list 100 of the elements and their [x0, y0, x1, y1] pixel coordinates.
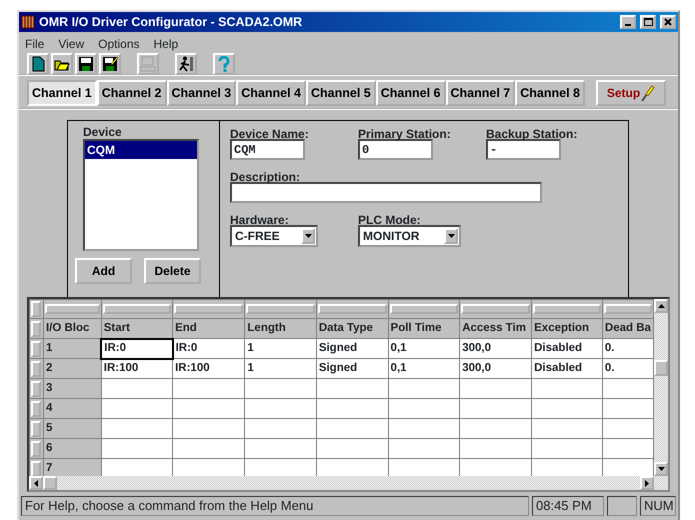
field-label: PLC Mode:: [358, 212, 422, 225]
channel-tab[interactable]: Channel 8: [515, 80, 585, 106]
row-header-button[interactable]: [31, 400, 41, 416]
column-header-button[interactable]: [318, 304, 387, 314]
column-header-button[interactable]: [604, 304, 652, 314]
status-panel: [607, 496, 637, 516]
column-header[interactable]: Start: [101, 318, 173, 338]
column-header[interactable]: Data Type: [316, 318, 388, 338]
menu-item[interactable]: Options: [98, 35, 140, 49]
text-field[interactable]: -: [486, 139, 561, 160]
scroll-thumb[interactable]: [654, 360, 668, 376]
toolbar-button[interactable]: [175, 53, 197, 75]
column-header-button[interactable]: [533, 304, 601, 314]
list-item[interactable]: CQM: [85, 141, 197, 159]
toolbar-button[interactable]: [27, 53, 49, 75]
minimize-button[interactable]: [620, 15, 636, 29]
channel-tab[interactable]: Channel 5: [306, 80, 376, 106]
row-header-button[interactable]: [31, 360, 41, 376]
toolbar-button[interactable]: [51, 53, 73, 75]
status-message: For Help, choose a command from the Help Menu: [21, 496, 529, 516]
column-header-button[interactable]: [390, 304, 458, 314]
row-label: 3: [43, 378, 102, 398]
horizontal-scrollbar[interactable]: [29, 476, 668, 490]
row-header-button[interactable]: [31, 320, 41, 336]
table-cell: 1: [244, 338, 316, 358]
toolbar-button[interactable]: [99, 53, 121, 75]
row-label: 6: [43, 438, 102, 458]
maximize-button[interactable]: [640, 15, 656, 29]
group-label: Device: [83, 124, 123, 137]
setup-button[interactable]: Setup: [596, 80, 666, 106]
vertical-scrollbar[interactable]: [654, 299, 668, 476]
column-header[interactable]: Exception: [532, 318, 602, 338]
close-button[interactable]: [660, 15, 676, 29]
table-cell: 1: [244, 358, 316, 378]
row-label: 7: [43, 458, 102, 476]
column-header[interactable]: I/O Bloc: [43, 318, 102, 338]
maximize-icon: [644, 18, 652, 26]
field-label: Description:: [230, 169, 302, 182]
row-label: 1: [43, 338, 102, 358]
column-header[interactable]: Poll Time: [388, 318, 460, 338]
table-cell: IR:100: [172, 358, 245, 378]
column-header-button[interactable]: [461, 304, 530, 314]
text-field[interactable]: 0: [358, 139, 433, 160]
text-field[interactable]: CQM: [230, 139, 305, 160]
table-cell: IR:100: [101, 358, 173, 378]
table-cell: 0,1: [388, 358, 460, 378]
scroll-thumb[interactable]: [43, 476, 57, 490]
table-cell: IR:0: [101, 338, 173, 358]
row-header-button[interactable]: [31, 420, 41, 436]
floppy-pencil-icon: [102, 56, 118, 72]
dropdown-arrow-icon[interactable]: [448, 234, 454, 238]
row-header-button[interactable]: [31, 380, 41, 396]
column-header-button[interactable]: [44, 304, 100, 314]
scroll-left-icon[interactable]: [34, 480, 38, 486]
row-header-button[interactable]: [31, 440, 41, 456]
row-header-button[interactable]: [31, 301, 41, 317]
question-mark-icon: [216, 56, 232, 72]
running-figure-icon: [178, 56, 194, 72]
scroll-down-icon[interactable]: [658, 467, 664, 471]
dropdown-field[interactable]: C-FREE: [230, 225, 318, 247]
channel-tab[interactable]: Channel 7: [446, 80, 516, 106]
column-header[interactable]: Length: [244, 318, 316, 338]
row-label: 4: [43, 398, 102, 418]
action-button[interactable]: Delete: [144, 258, 201, 284]
channel-tab[interactable]: Channel 4: [236, 80, 306, 106]
channel-tab[interactable]: Channel 2: [96, 80, 166, 106]
column-header-button[interactable]: [102, 304, 172, 314]
scroll-right-icon[interactable]: [645, 480, 649, 486]
table-cell: Signed: [316, 338, 388, 358]
table-cell: 0,1: [388, 338, 460, 358]
device-list[interactable]: CQM: [83, 139, 199, 251]
column-header[interactable]: End: [172, 318, 245, 338]
column-header-button[interactable]: [174, 304, 244, 314]
status-time: 08:45 PM: [532, 496, 604, 516]
table-cell: IR:0: [172, 338, 245, 358]
field-label: Device Name:: [230, 126, 310, 139]
status-num: NUM: [640, 496, 676, 516]
toolbar-button[interactable]: [75, 53, 97, 75]
action-button[interactable]: Add: [75, 258, 132, 284]
scroll-up-icon[interactable]: [658, 304, 664, 308]
row-header-button[interactable]: [31, 340, 41, 356]
column-header[interactable]: Dead Ba: [602, 318, 654, 338]
channel-tab[interactable]: Channel 3: [166, 80, 236, 106]
channel-tab[interactable]: Channel 6: [376, 80, 446, 106]
column-header-button[interactable]: [246, 304, 315, 314]
menu-item[interactable]: View: [58, 35, 84, 49]
field-label: Hardware:: [230, 212, 290, 225]
table-cell: Disabled: [532, 358, 602, 378]
column-header[interactable]: Access Tim: [460, 318, 532, 338]
field-label: Primary Station:: [358, 126, 452, 139]
menu-item[interactable]: Help: [154, 35, 178, 49]
menu-item[interactable]: File: [25, 35, 44, 49]
window-title: OMR I/O Driver Configurator - SCADA2.OMR: [39, 14, 302, 31]
computer-icon: [140, 56, 156, 72]
dropdown-field[interactable]: MONITOR: [358, 225, 461, 247]
field-label: Backup Station:: [486, 126, 578, 139]
channel-tab[interactable]: Channel 1: [27, 80, 97, 106]
table-cell: 300,0: [460, 338, 532, 358]
dropdown-arrow-icon[interactable]: [304, 234, 312, 238]
text-field[interactable]: [230, 182, 542, 203]
